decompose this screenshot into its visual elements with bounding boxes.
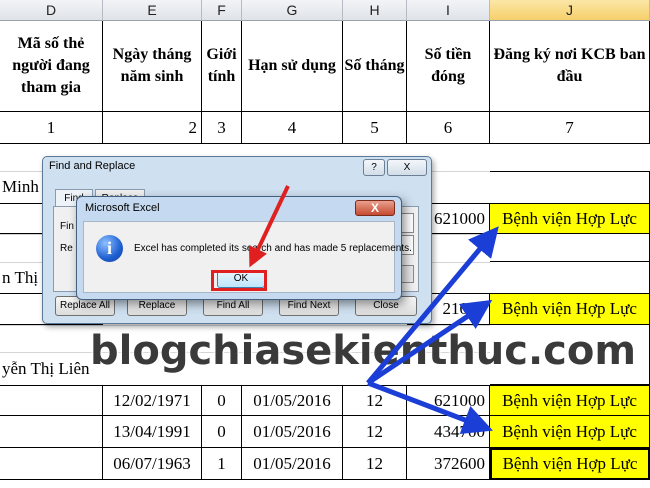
options-button[interactable] xyxy=(400,265,414,283)
hospital-cell[interactable]: Bệnh viện Hợp Lực xyxy=(490,448,650,480)
column-header-e[interactable]: E xyxy=(103,0,202,21)
column-header-d[interactable]: D xyxy=(0,0,103,21)
column-header-h[interactable]: H xyxy=(343,0,407,21)
months-cell[interactable]: 12 xyxy=(343,448,407,480)
ok-highlight-box xyxy=(211,270,267,291)
column-header-j[interactable]: J xyxy=(490,0,650,21)
watermark: blogchiasekienthuc.com xyxy=(90,328,637,374)
header-d[interactable]: Mã số thẻ người đang tham gia xyxy=(0,21,103,112)
hospital-cell[interactable]: Bệnh viện Hợp Lực xyxy=(490,385,650,416)
message-text: Excel has completed its search and has m… xyxy=(134,243,412,254)
find-what-input[interactable] xyxy=(400,213,414,233)
months-cell[interactable]: 12 xyxy=(343,385,407,416)
gender-cell[interactable]: 0 xyxy=(202,385,242,416)
header-f[interactable]: Giới tính xyxy=(202,21,242,112)
find-replace-title: Find and Replace xyxy=(49,160,136,172)
expiry-cell[interactable]: 01/05/2016 xyxy=(242,448,343,480)
column-header-f[interactable]: F xyxy=(202,0,242,21)
gender-cell[interactable]: 1 xyxy=(202,448,242,480)
index-cell-j[interactable]: 7 xyxy=(490,112,650,144)
months-cell[interactable]: 12 xyxy=(343,416,407,448)
info-icon: i xyxy=(96,235,123,262)
amount-cell[interactable]: 621000 xyxy=(407,385,490,416)
find-replace-close-button[interactable]: X xyxy=(387,159,427,176)
expiry-cell[interactable]: 01/05/2016 xyxy=(242,385,343,416)
header-e[interactable]: Ngày tháng năm sinh xyxy=(103,21,202,112)
index-cell-h[interactable]: 5 xyxy=(343,112,407,144)
find-what-label: Fin xyxy=(60,221,74,232)
index-cell-e[interactable]: 2 xyxy=(103,112,202,144)
column-header-i[interactable]: I xyxy=(407,0,490,21)
header-h[interactable]: Số tháng xyxy=(343,21,407,112)
data-cell-d[interactable] xyxy=(0,416,103,448)
message-box-close-button[interactable]: X xyxy=(355,200,395,216)
header-i[interactable]: Số tiền đóng xyxy=(407,21,490,112)
expiry-cell[interactable]: 01/05/2016 xyxy=(242,416,343,448)
hospital-cell[interactable]: Bệnh viện Hợp Lực xyxy=(490,294,650,325)
cell-j-empty[interactable] xyxy=(490,171,650,204)
message-box-title: Microsoft Excel xyxy=(85,202,160,214)
index-cell-f[interactable]: 3 xyxy=(202,112,242,144)
index-cell-d[interactable]: 1 xyxy=(0,112,103,144)
data-cell-d[interactable] xyxy=(0,385,103,416)
gender-cell[interactable]: 0 xyxy=(202,416,242,448)
amount-cell[interactable]: 434700 xyxy=(407,416,490,448)
amount-cell[interactable]: 372600 xyxy=(407,448,490,480)
index-cell-g[interactable]: 4 xyxy=(242,112,343,144)
dob-cell[interactable]: 06/07/1963 xyxy=(103,448,202,480)
dob-cell[interactable]: 13/04/1991 xyxy=(103,416,202,448)
hospital-cell[interactable]: Bệnh viện Hợp Lực xyxy=(490,416,650,448)
header-j[interactable]: Đăng ký nơi KCB ban đầu xyxy=(490,21,650,112)
cell-j-empty[interactable] xyxy=(490,234,650,262)
data-cell-d[interactable] xyxy=(0,448,103,480)
dob-cell[interactable]: 12/02/1971 xyxy=(103,385,202,416)
replace-with-label: Re xyxy=(60,243,73,254)
cell-j-empty[interactable] xyxy=(490,262,650,294)
header-g[interactable]: Hạn sử dụng xyxy=(242,21,343,112)
index-cell-i[interactable]: 6 xyxy=(407,112,490,144)
help-button[interactable]: ? xyxy=(363,159,385,176)
hospital-cell[interactable]: Bệnh viện Hợp Lực xyxy=(490,203,650,234)
column-header-g[interactable]: G xyxy=(242,0,343,21)
